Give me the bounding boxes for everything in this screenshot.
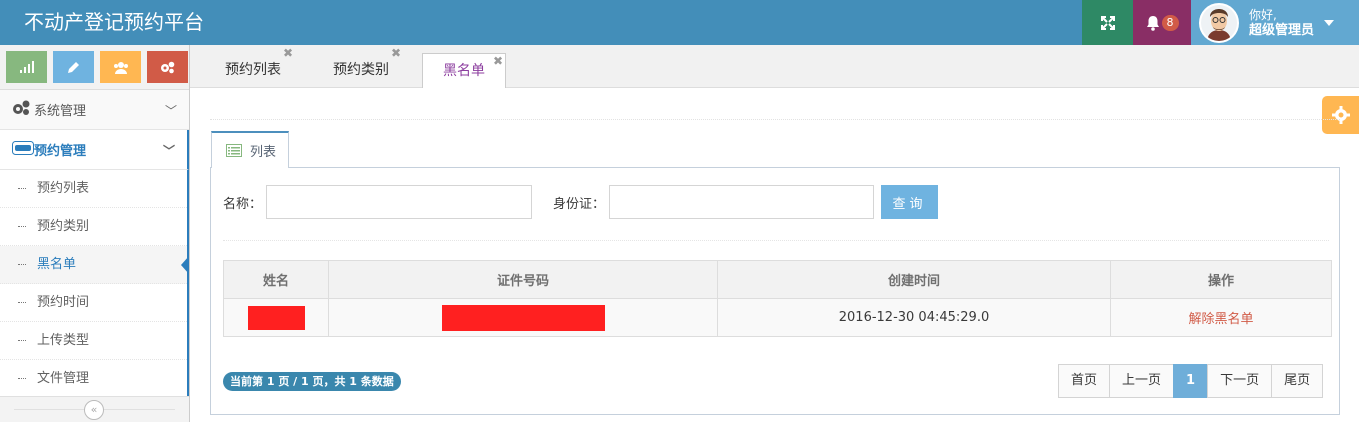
list-panel: 名称： 身份证： 查询 姓名 证件号码 创建时间 操作 2016-12-30 0… [210,167,1340,415]
pagination: 首页 上一页 1 下一页 尾页 [1058,364,1324,398]
cogs-icon [161,61,175,73]
first-page-button[interactable]: 首页 [1058,364,1111,398]
redacted-name [247,305,305,330]
id-card-label: 身份证： [553,196,606,212]
users-icon [113,61,128,74]
close-icon[interactable]: ✖ [493,54,503,68]
column-header-created-time[interactable]: 创建时间 [717,260,1111,299]
tab-blacklist[interactable]: 黑名单 ✖ [422,53,506,88]
bell-icon [1146,15,1159,31]
signal-icon [19,61,34,73]
app-title[interactable]: 不动产登记预约平台 [24,0,204,45]
sidebar-item-appointment-time[interactable]: 预约时间 [0,284,187,322]
id-card-input[interactable] [609,185,875,219]
last-page-button[interactable]: 尾页 [1271,364,1324,398]
username-text: 超级管理员 [1249,22,1315,38]
notifications-button[interactable]: 8 [1133,0,1191,45]
remove-from-blacklist-link[interactable]: 解除黑名单 [1188,312,1253,327]
table-row: 2016-12-30 04:45:29.0 解除黑名单 [223,298,1332,337]
sidebar-item-appointment-category[interactable]: 预约类别 [0,208,187,246]
widget-tab-label: 列表 [250,145,277,160]
shortcut-cogs-button[interactable] [147,51,188,83]
card-icon [12,140,34,159]
avatar [1199,2,1239,43]
tab-label: 预约列表 [225,62,281,78]
page-tabs: 预约列表 ✖ 预约类别 ✖ 黑名单 ✖ [190,45,1359,88]
sidebar-collapse-bar: « [0,396,189,422]
sidebar-item-blacklist[interactable]: 黑名单 [0,246,189,284]
chevron-down-icon: ﹀ [164,104,177,118]
sidebar-menu-appointment[interactable]: 预约管理 ﹀ [0,130,189,170]
cogs-icon [12,100,34,120]
top-navbar: 不动产登记预约平台 8 你好, 超级管理员 [0,0,1359,45]
shortcut-signal-button[interactable] [6,51,47,83]
name-label: 名称： [223,196,263,212]
divider [223,240,1329,241]
greeting-text: 你好, [1249,7,1277,22]
actions-cell: 解除黑名单 [1110,298,1332,337]
caret-down-icon [1324,19,1335,26]
user-menu[interactable]: 你好, 超级管理员 [1191,0,1359,45]
shortcut-users-button[interactable] [100,51,141,83]
created-time-cell: 2016-12-30 04:45:29.0 [717,298,1111,337]
next-page-button[interactable]: 下一页 [1207,364,1273,398]
divider [210,119,1340,120]
sidebar-submenu: 预约列表 预约类别 黑名单 预约时间 上传类型 文件管理 [0,170,189,398]
fullscreen-button[interactable] [1082,0,1133,45]
search-form: 名称： 身份证： 查询 [223,184,939,220]
column-header-actions: 操作 [1110,260,1332,299]
table-header-row: 姓名 证件号码 创建时间 操作 [223,260,1332,299]
menu-label: 预约管理 [34,144,87,159]
previous-page-button[interactable]: 上一页 [1109,364,1175,398]
gear-icon [1331,106,1350,124]
chevron-down-icon: ﹀ [162,144,175,158]
name-input[interactable] [266,185,533,219]
column-header-name[interactable]: 姓名 [223,260,329,299]
sidebar-item-upload-type[interactable]: 上传类型 [0,322,187,360]
sidebar-item-appointment-list[interactable]: 预约列表 [0,170,187,208]
widget-tab-list[interactable]: 列表 [211,131,289,168]
sidebar-item-file-management[interactable]: 文件管理 [0,360,187,398]
sidebar-collapse-button[interactable]: « [84,400,104,420]
tab-appointment-list[interactable]: 预约列表 ✖ [225,46,293,88]
column-header-id-number[interactable]: 证件号码 [328,260,718,299]
expand-icon [1100,15,1115,30]
sidebar-shortcuts [0,45,189,90]
sidebar: 系统管理 ﹀ 预约管理 ﹀ 预约列表 预约类别 黑名单 预约时间 上传类型 文件… [0,45,190,422]
pencil-icon [68,61,79,73]
tab-label: 黑名单 [443,63,485,79]
redacted-id-number [441,304,605,331]
notification-badge: 8 [1161,14,1179,31]
sidebar-menu-system[interactable]: 系统管理 ﹀ [0,90,189,130]
pagination-info-badge: 当前第 1 页 / 1 页，共 1 条数据 [223,372,401,391]
name-cell [223,298,329,337]
close-icon[interactable]: ✖ [391,46,401,60]
settings-button[interactable] [1322,96,1359,134]
user-greeting: 你好, 超级管理员 [1249,8,1314,38]
menu-label: 系统管理 [34,104,87,119]
shortcut-pencil-button[interactable] [53,51,94,83]
close-icon[interactable]: ✖ [283,46,293,60]
list-icon [226,144,242,157]
blacklist-table: 姓名 证件号码 创建时间 操作 2016-12-30 04:45:29.0 解除… [223,260,1332,337]
tab-appointment-category[interactable]: 预约类别 ✖ [333,46,401,88]
query-button[interactable]: 查询 [881,185,939,219]
current-page-button[interactable]: 1 [1173,364,1209,398]
tab-label: 预约类别 [333,62,389,78]
id-number-cell [328,298,718,337]
